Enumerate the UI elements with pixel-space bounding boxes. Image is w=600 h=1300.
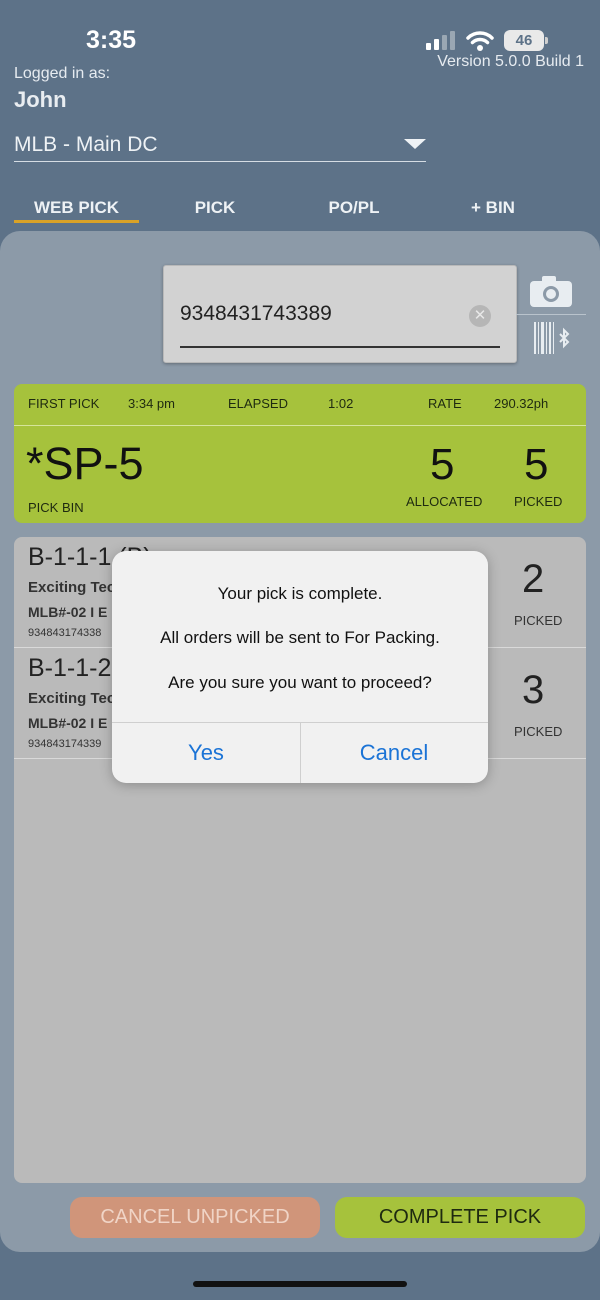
item-name: Exciting Tec xyxy=(28,690,116,707)
confirm-dialog: Your pick is complete. All orders will b… xyxy=(112,551,488,783)
version-label: Version 5.0.0 Build 1 xyxy=(437,53,584,70)
elapsed-label: ELAPSED xyxy=(228,396,288,411)
item-barcode: 934843174339 xyxy=(28,738,102,750)
elapsed-value: 1:02 xyxy=(328,396,354,411)
item-barcode: 934843174338 xyxy=(28,627,102,639)
location-dropdown[interactable]: MLB - Main DC xyxy=(14,128,426,162)
logged-in-label: Logged in as: xyxy=(14,65,111,82)
pick-stats-panel: FIRST PICK 3:34 pm ELAPSED 1:02 RATE 290… xyxy=(14,384,586,523)
item-picked-count: 3 xyxy=(522,668,545,712)
tab-web-pick[interactable]: WEB PICK xyxy=(14,198,139,218)
allocated-count: 5 xyxy=(430,440,455,489)
item-name: Exciting Tec xyxy=(28,579,116,596)
tab-pick[interactable]: PICK xyxy=(165,198,265,218)
bluetooth-barcode-icon[interactable] xyxy=(532,320,572,356)
status-time: 3:35 xyxy=(86,26,137,54)
stats-divider xyxy=(14,425,586,426)
battery-indicator: 46 xyxy=(504,30,544,51)
item-bin: B-1-1-2 xyxy=(28,654,112,682)
picked-count: 5 xyxy=(524,440,549,489)
location-value: MLB - Main DC xyxy=(14,133,158,156)
icon-divider xyxy=(516,314,586,315)
home-indicator[interactable] xyxy=(193,1281,407,1287)
complete-pick-button[interactable]: COMPLETE PICK xyxy=(335,1197,585,1238)
dialog-message-3: Are you sure you want to proceed? xyxy=(168,673,432,692)
pick-bin: *SP-5 xyxy=(26,438,144,489)
dialog-message-2: All orders will be sent to For Packing. xyxy=(160,628,440,647)
signal-icon xyxy=(426,31,455,50)
user-name: John xyxy=(14,87,67,112)
active-tab-indicator xyxy=(14,220,139,223)
item-picked-label: PICKED xyxy=(514,613,563,628)
dialog-message-1: Your pick is complete. xyxy=(217,584,383,603)
tab-po-pl[interactable]: PO/PL xyxy=(304,198,404,218)
yes-button[interactable]: Yes xyxy=(112,722,300,783)
picked-label: PICKED xyxy=(514,494,563,509)
pick-bin-label: PICK BIN xyxy=(28,500,84,515)
camera-icon[interactable] xyxy=(528,273,574,309)
scan-underline xyxy=(180,346,500,348)
cancel-unpicked-button[interactable]: CANCEL UNPICKED xyxy=(70,1197,320,1238)
rate-label: RATE xyxy=(428,396,462,411)
first-pick-time: 3:34 pm xyxy=(128,396,175,411)
tab-bin[interactable]: + BIN xyxy=(443,198,543,218)
first-pick-label: FIRST PICK xyxy=(28,396,100,411)
item-picked-count: 2 xyxy=(522,557,545,601)
battery-tip xyxy=(545,37,548,44)
allocated-label: ALLOCATED xyxy=(406,494,483,509)
scan-input[interactable]: 9348431743389 ✕ xyxy=(163,265,517,363)
cancel-button[interactable]: Cancel xyxy=(300,722,488,783)
item-order: MLB#-02 I E xyxy=(28,604,108,620)
rate-value: 290.32ph xyxy=(494,396,549,411)
chevron-down-icon xyxy=(404,139,426,149)
item-picked-label: PICKED xyxy=(514,724,563,739)
scan-value: 9348431743389 xyxy=(180,302,332,325)
wifi-icon xyxy=(466,31,494,51)
item-order: MLB#-02 I E xyxy=(28,715,108,731)
clear-icon[interactable]: ✕ xyxy=(469,305,491,327)
